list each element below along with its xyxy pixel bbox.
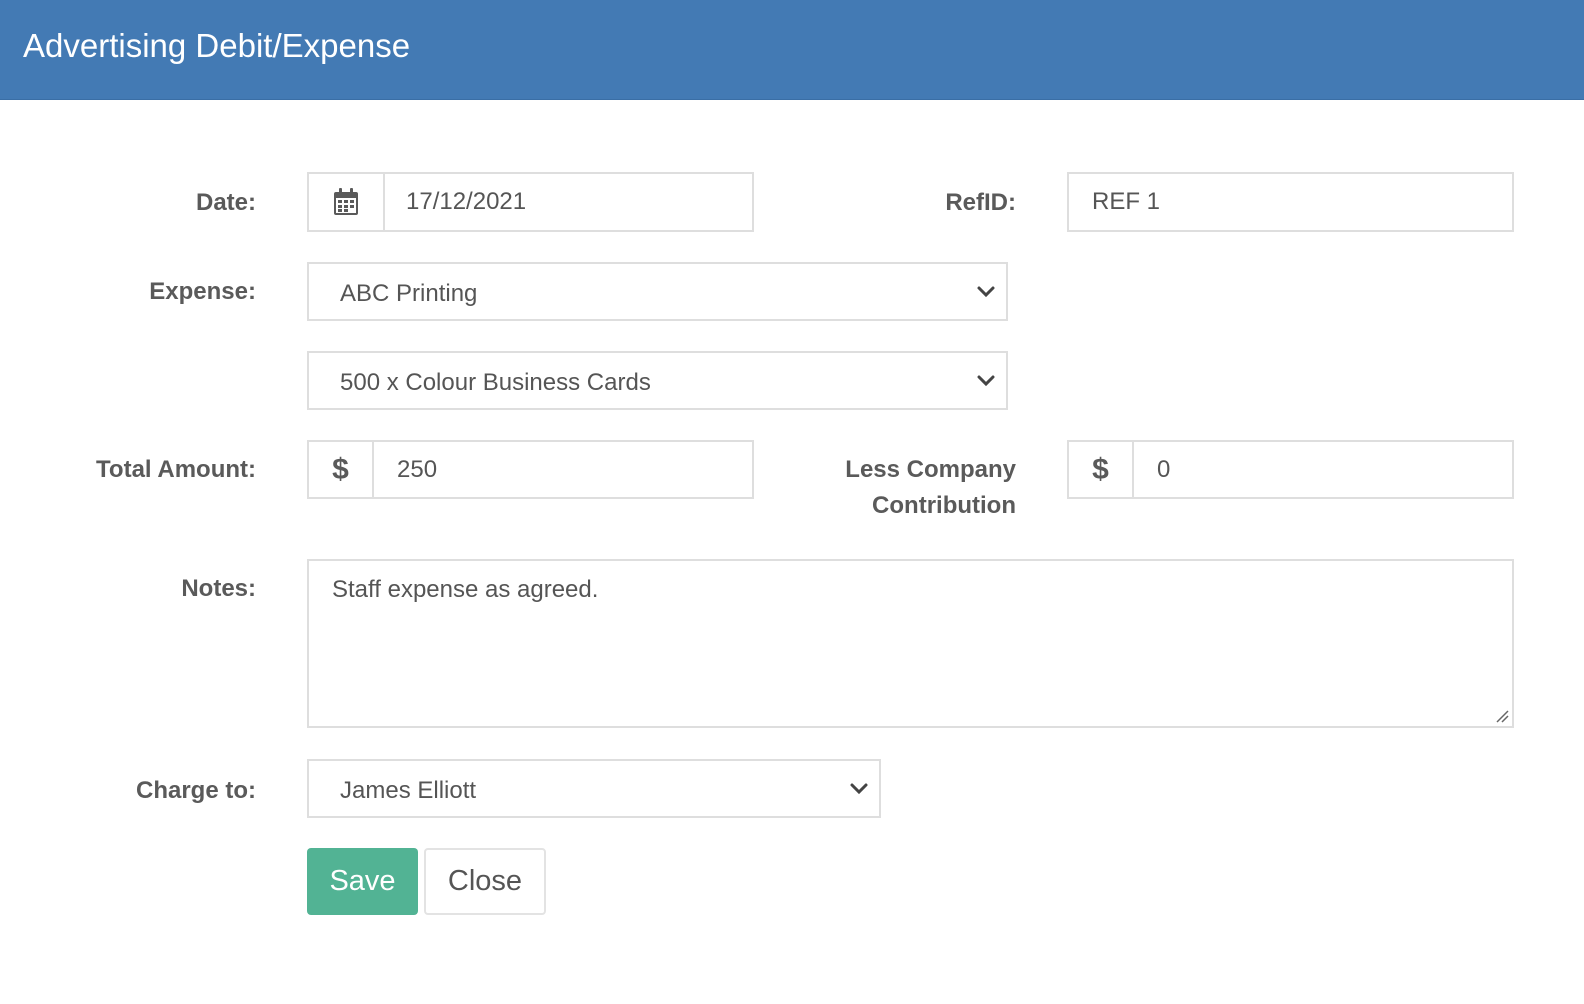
- total-amount-label: Total Amount:: [96, 456, 256, 483]
- dollar-icon: $: [309, 442, 374, 497]
- refid-value: REF 1: [1092, 188, 1161, 215]
- total-amount-field[interactable]: $ 250: [307, 440, 754, 499]
- charge-to-label: Charge to:: [136, 777, 256, 804]
- expense-supplier-select[interactable]: ABC Printing: [307, 262, 1008, 321]
- company-contribution-field[interactable]: $ 0: [1067, 440, 1514, 499]
- close-button[interactable]: Close: [424, 848, 546, 915]
- date-field[interactable]: 17/12/2021: [307, 172, 754, 232]
- chevron-down-icon: [977, 375, 995, 387]
- date-value: 17/12/2021: [406, 188, 527, 215]
- chevron-down-icon: [977, 286, 995, 298]
- company-contribution-label: Less Company Contribution: [845, 456, 1016, 519]
- expense-supplier-value: ABC Printing: [340, 280, 478, 307]
- total-amount-value: 250: [397, 456, 438, 483]
- charge-to-value: James Elliott: [340, 777, 477, 804]
- expense-item-value: 500 x Colour Business Cards: [340, 369, 651, 396]
- notes-textarea[interactable]: Staff expense as agreed.: [307, 559, 1514, 728]
- expense-item-select[interactable]: 500 x Colour Business Cards: [307, 351, 1008, 410]
- dialog-title: Advertising Debit/Expense: [23, 27, 411, 64]
- refid-label: RefID:: [945, 189, 1016, 216]
- expense-label: Expense:: [149, 278, 256, 305]
- notes-label: Notes:: [181, 575, 256, 602]
- refid-input[interactable]: REF 1: [1067, 172, 1514, 232]
- chevron-down-icon: [850, 783, 868, 795]
- save-button[interactable]: Save: [307, 848, 418, 915]
- dollar-icon: $: [1069, 442, 1134, 497]
- notes-value: Staff expense as agreed.: [332, 576, 599, 603]
- company-contribution-value: 0: [1157, 456, 1171, 483]
- dialog-header: Advertising Debit/Expense: [0, 0, 1584, 100]
- calendar-icon[interactable]: [309, 174, 385, 230]
- resize-handle-icon[interactable]: [1495, 709, 1509, 723]
- charge-to-select[interactable]: James Elliott: [307, 759, 881, 818]
- date-label: Date:: [195, 189, 256, 216]
